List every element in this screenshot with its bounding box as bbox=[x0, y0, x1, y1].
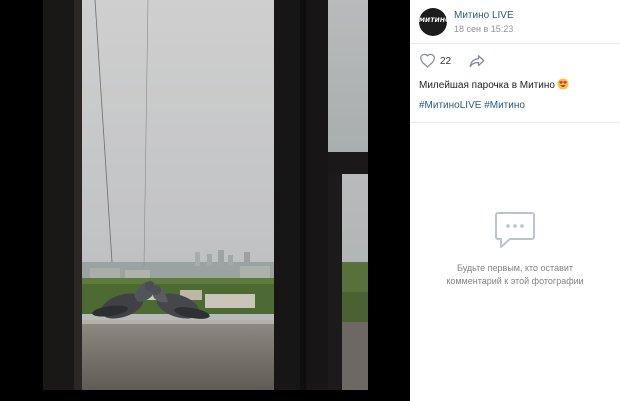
comments-empty-state: Будьте первым, кто оставит комментарий к… bbox=[410, 210, 620, 288]
divider bbox=[410, 122, 620, 123]
like-count: 22 bbox=[440, 56, 452, 67]
hashtag-link[interactable]: #МитиноLIVE bbox=[419, 100, 481, 111]
avatar-logo-text: МИТИНО bbox=[419, 17, 447, 24]
empty-line: комментарий к этой фотографии bbox=[446, 276, 584, 286]
heart-eyes-emoji-icon bbox=[557, 78, 569, 90]
divider bbox=[410, 43, 620, 44]
author-header: МИТИНО Митино LIVE 18 сен в 15:23 bbox=[410, 0, 620, 43]
empty-line: Будьте первым, кто оставит bbox=[456, 263, 574, 273]
post-sidebar: МИТИНО Митино LIVE 18 сен в 15:23 22 Мил… bbox=[410, 0, 620, 401]
post-date[interactable]: 18 сен в 15:23 bbox=[454, 24, 513, 34]
post-actions: 22 bbox=[410, 50, 620, 76]
post-caption: Милейшая парочка в Митино bbox=[419, 78, 569, 91]
avatar[interactable]: МИТИНО bbox=[419, 8, 447, 36]
author-name-link[interactable]: Митино LIVE bbox=[454, 10, 514, 21]
share-button[interactable] bbox=[468, 52, 488, 72]
comments-empty-text: Будьте первым, кто оставит комментарий к… bbox=[410, 262, 620, 288]
share-arrow-icon bbox=[469, 55, 485, 68]
post-hashtags: #МитиноLIVE #Митино bbox=[419, 100, 525, 111]
photo-image bbox=[0, 0, 410, 401]
photo-viewer[interactable] bbox=[0, 0, 410, 401]
caption-text: Милейшая парочка в Митино bbox=[419, 80, 555, 91]
like-button[interactable]: 22 bbox=[419, 50, 459, 74]
comment-bubble-icon bbox=[495, 212, 535, 248]
heart-icon bbox=[420, 53, 435, 68]
hashtag-link[interactable]: #Митино bbox=[484, 100, 525, 111]
